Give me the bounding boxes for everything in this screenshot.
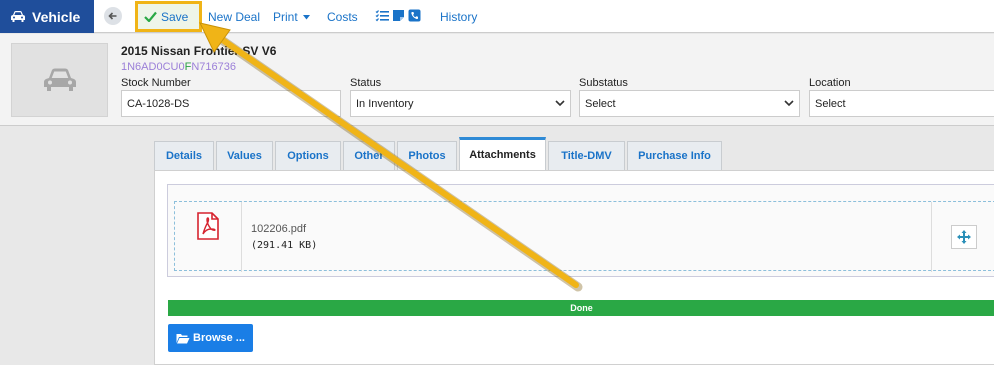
back-button[interactable]	[104, 7, 122, 25]
location-select[interactable]: Select	[809, 90, 994, 117]
status-label: Status	[350, 77, 382, 89]
tab-purchase-info[interactable]: Purchase Info	[627, 141, 722, 170]
tab-title-dmv[interactable]: Title-DMV	[548, 141, 625, 170]
stock-number-label: Stock Number	[121, 77, 191, 89]
app-brand: Vehicle	[0, 0, 94, 33]
attachment-actions	[931, 202, 994, 272]
move-icon	[957, 230, 971, 244]
top-toolbar: Vehicle Save New Deal Print Costs Histor…	[0, 0, 994, 33]
substatus-label: Substatus	[579, 77, 628, 89]
pdf-file-icon	[197, 212, 219, 240]
vehicle-photo-placeholder[interactable]	[11, 43, 108, 117]
vin-segment: N716736	[191, 61, 236, 73]
tab-values[interactable]: Values	[216, 141, 273, 170]
vehicle-title: 2015 Nissan Frontier SV V6	[121, 44, 277, 58]
location-label: Location	[809, 77, 851, 89]
new-deal-link[interactable]: New Deal	[208, 10, 260, 24]
stock-number-value: CA-1028-DS	[127, 97, 190, 110]
upload-progress-bar: Done	[168, 300, 994, 316]
browse-label: Browse ...	[193, 332, 245, 344]
vehicle-vin: 1N6AD0CU0FN716736	[121, 61, 236, 73]
checkmark-icon	[144, 11, 157, 22]
tab-photos[interactable]: Photos	[397, 141, 457, 170]
phone-icon[interactable]	[408, 9, 421, 22]
arrow-left-icon	[108, 12, 117, 20]
car-icon	[11, 11, 25, 22]
history-link[interactable]: History	[440, 10, 477, 24]
attachment-dropzone[interactable]: 102206.pdf (291.41 KB)	[167, 184, 994, 277]
print-label: Print	[273, 10, 298, 24]
stock-number-field[interactable]: CA-1028-DS	[121, 90, 341, 117]
status-select[interactable]: In Inventory	[350, 90, 571, 117]
location-value: Select	[815, 97, 846, 110]
attachment-file-size: (291.41 KB)	[251, 240, 318, 251]
costs-link[interactable]: Costs	[327, 10, 358, 24]
attachment-thumbnail[interactable]	[175, 202, 242, 272]
save-label: Save	[161, 9, 189, 24]
tab-options[interactable]: Options	[275, 141, 341, 170]
sticky-note-icon[interactable]	[392, 9, 405, 22]
status-value: In Inventory	[356, 97, 414, 110]
caret-down-icon	[303, 15, 311, 20]
tab-other[interactable]: Other	[343, 141, 395, 170]
toolbar-icon-group	[375, 9, 421, 22]
attachment-file-name: 102206.pdf	[251, 223, 307, 235]
browse-button[interactable]: Browse ...	[168, 324, 253, 352]
app-title: Vehicle	[32, 8, 81, 25]
chevron-down-icon	[555, 100, 565, 107]
move-button[interactable]	[951, 225, 977, 249]
car-icon	[43, 68, 76, 91]
tab-details[interactable]: Details	[154, 141, 214, 170]
attachments-panel: 102206.pdf (291.41 KB) Done Browse ...	[154, 170, 994, 365]
substatus-value: Select	[585, 97, 616, 110]
substatus-select[interactable]: Select	[579, 90, 800, 117]
print-menu[interactable]: Print	[273, 10, 311, 24]
attachment-row: 102206.pdf (291.41 KB)	[174, 201, 994, 272]
vehicle-header: 2015 Nissan Frontier SV V6 1N6AD0CU0FN71…	[0, 34, 994, 126]
chevron-down-icon	[784, 100, 794, 107]
tab-attachments[interactable]: Attachments	[459, 137, 546, 170]
save-button[interactable]: Save	[135, 1, 202, 32]
upload-status: Done	[570, 303, 593, 313]
folder-open-icon	[176, 333, 190, 343]
vehicle-tabs: Details Values Options Other Photos Atta…	[154, 137, 724, 170]
vin-segment: 1N6AD0CU0	[121, 61, 185, 73]
checklist-icon[interactable]	[375, 9, 389, 22]
